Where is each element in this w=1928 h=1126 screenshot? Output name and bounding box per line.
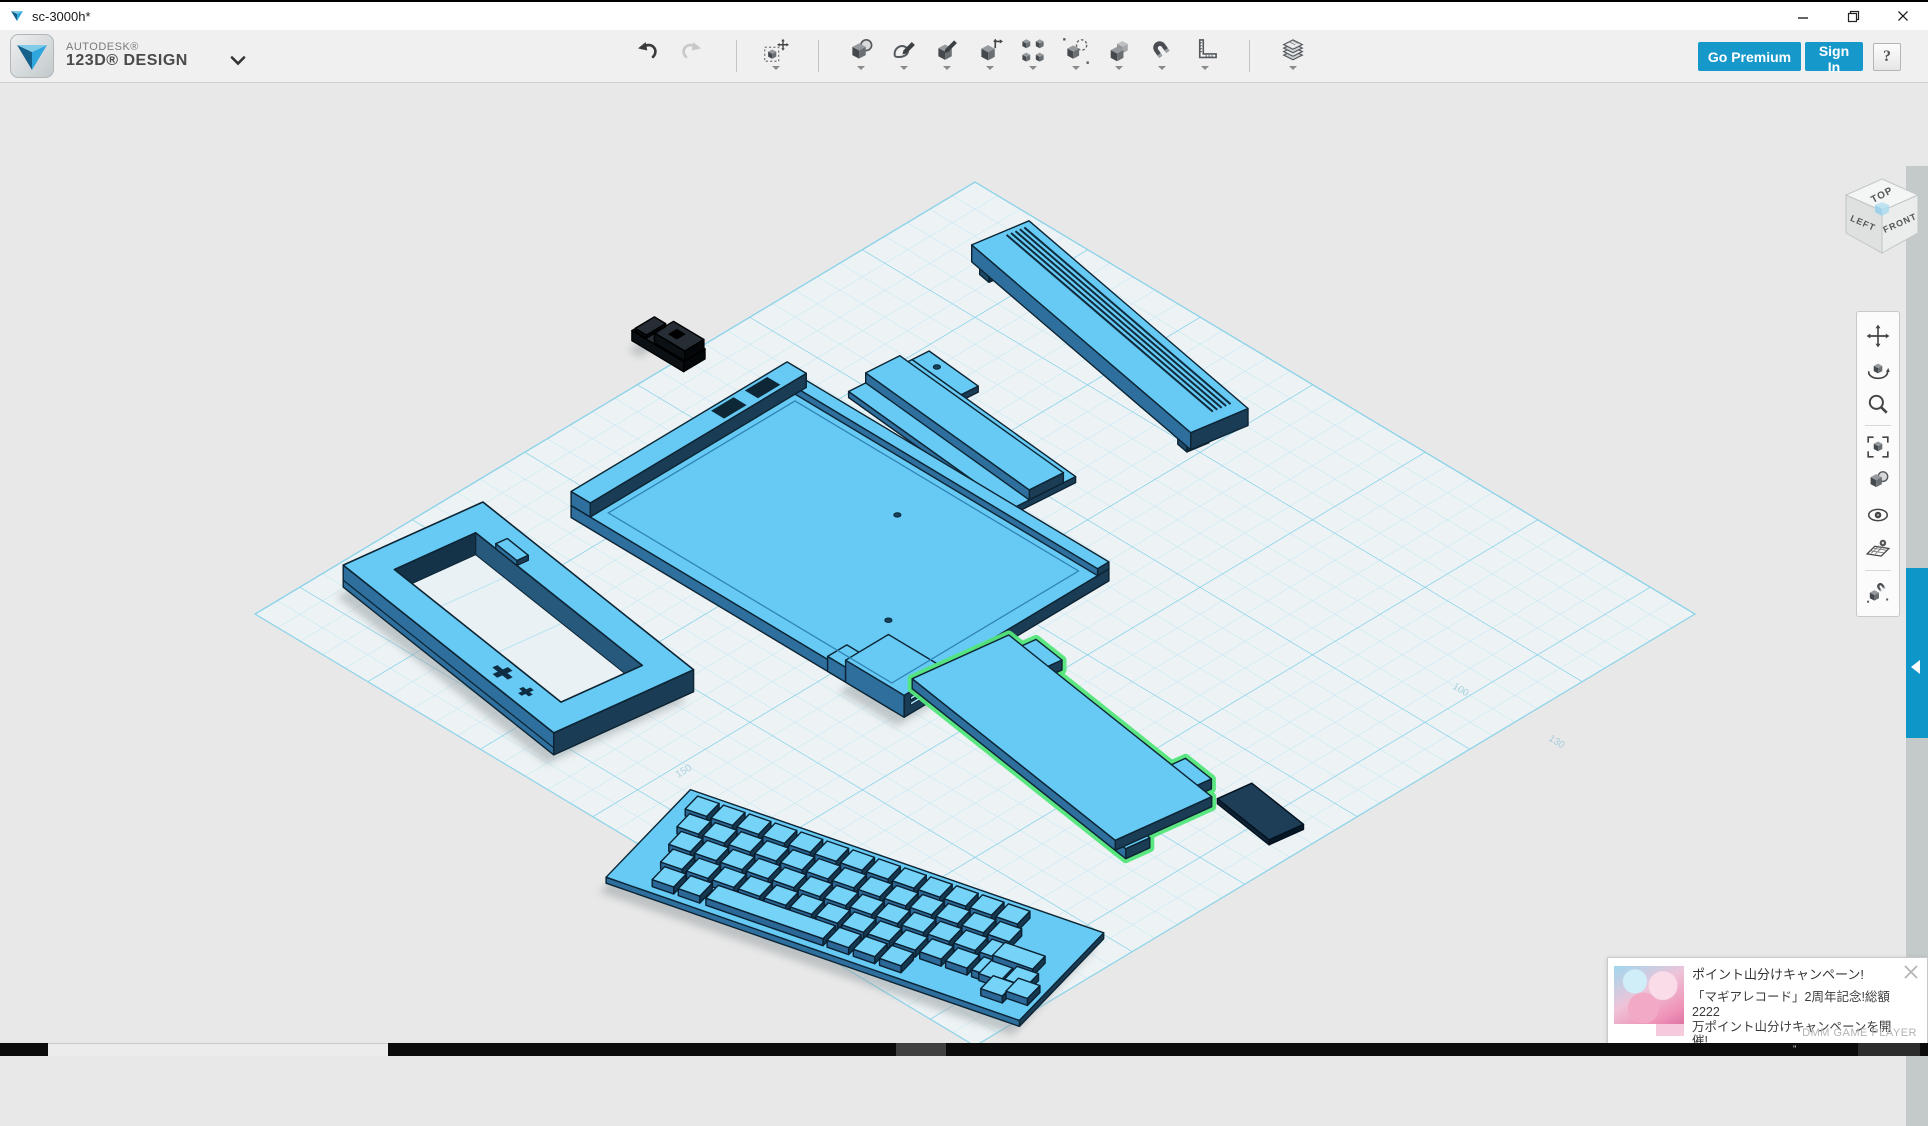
tool-modify[interactable]: [973, 37, 1007, 77]
ad-popup[interactable]: ポイント山分けキャンペーン! 「マギアレコード」2周年記念!総額2222 万ポイ…: [1607, 957, 1928, 1045]
app-menu-chevron-icon[interactable]: [230, 56, 246, 66]
svg-text:130: 130: [1546, 733, 1566, 751]
taskbar-segment: [896, 1043, 946, 1056]
dropdown-caret-icon: [900, 66, 908, 70]
fit-view-tool[interactable]: [1866, 435, 1890, 459]
restore-button[interactable]: [1828, 2, 1878, 30]
toolbar-separator: [1249, 40, 1250, 72]
go-premium-button[interactable]: Go Premium: [1698, 42, 1801, 71]
material-icon: [1866, 469, 1890, 493]
app-brand: AUTODESK® 123D® DESIGN: [10, 34, 246, 78]
collapsed-panel-tab[interactable]: [1906, 568, 1928, 738]
minimize-button[interactable]: [1778, 2, 1828, 30]
dropdown-caret-icon: [986, 66, 994, 70]
window-title: sc-3000h*: [32, 9, 91, 24]
grouping-icon: [1062, 37, 1090, 65]
sketch-icon: [890, 37, 918, 65]
redo-button[interactable]: [674, 37, 708, 77]
snap-magnet-icon: [1148, 37, 1176, 65]
zoom-icon: [1866, 392, 1890, 416]
tool-measure[interactable]: [1188, 37, 1222, 77]
measure-ruler-icon: [1191, 37, 1219, 65]
close-icon: [1897, 10, 1909, 22]
tool-grouping[interactable]: [1059, 37, 1093, 77]
transform-move-icon: [762, 37, 790, 65]
close-button[interactable]: [1878, 2, 1928, 30]
snap-settings-tool[interactable]: [1866, 580, 1890, 604]
pan-icon: [1866, 324, 1890, 348]
dropdown-caret-icon: [1029, 66, 1037, 70]
hide-show-tool[interactable]: [1866, 503, 1890, 527]
fit-view-icon: [1866, 435, 1890, 459]
nav-separator: [1865, 425, 1891, 426]
tool-transform-move[interactable]: [759, 37, 793, 77]
part-power-block[interactable]: [632, 317, 705, 372]
modify-icon: [976, 37, 1004, 65]
viewcube[interactable]: TOP LEFT FRONT: [1836, 171, 1928, 263]
redo-icon: [677, 37, 705, 65]
dropdown-caret-icon: [1072, 66, 1080, 70]
brand-product: 123D® DESIGN: [66, 53, 188, 70]
ad-close-button[interactable]: [1901, 962, 1921, 982]
orbit-tool[interactable]: [1866, 358, 1890, 382]
toolbar-separator: [818, 40, 819, 72]
zoom-tool[interactable]: [1866, 392, 1890, 416]
nav-separator: [1865, 570, 1891, 571]
navigation-toolbar: [1856, 311, 1900, 617]
taskbar-clock-fragment: '': [1793, 1046, 1796, 1053]
combine-icon: [1105, 37, 1133, 65]
undo-button[interactable]: [631, 37, 665, 77]
pan-tool[interactable]: [1866, 324, 1890, 348]
tool-primitives[interactable]: [844, 37, 878, 77]
pattern-icon: [1019, 37, 1047, 65]
main-toolbar: AUTODESK® 123D® DESIGN: [0, 30, 1928, 83]
dropdown-caret-icon: [1158, 66, 1166, 70]
tool-sketch[interactable]: [887, 37, 921, 77]
sign-in-button[interactable]: Sign In: [1805, 42, 1863, 71]
taskbar-tray-segment: [1858, 1043, 1920, 1056]
dropdown-caret-icon: [1115, 66, 1123, 70]
ad-source: DMM GAME PLAYER: [1802, 1027, 1917, 1039]
tool-pattern[interactable]: [1016, 37, 1050, 77]
export-layers-icon: [1279, 37, 1307, 65]
taskbar[interactable]: '': [0, 1043, 1928, 1056]
restore-icon: [1847, 10, 1860, 23]
ad-title: ポイント山分けキャンペーン!: [1692, 964, 1892, 983]
grid-eye-icon: [1866, 537, 1890, 561]
dropdown-caret-icon: [1289, 66, 1297, 70]
material-tool[interactable]: [1866, 469, 1890, 493]
tool-construct[interactable]: [930, 37, 964, 77]
minimize-icon: [1797, 10, 1809, 22]
dropdown-caret-icon: [943, 66, 951, 70]
help-button[interactable]: ?: [1873, 43, 1901, 71]
window-titlebar: sc-3000h*: [0, 0, 1928, 30]
ad-close-icon: [1901, 962, 1921, 982]
snap-settings-icon: [1866, 580, 1890, 604]
undo-icon: [634, 37, 662, 65]
app-logo-icon: [10, 34, 54, 78]
taskbar-window-segment[interactable]: [48, 1043, 388, 1056]
construct-icon: [933, 37, 961, 65]
orbit-icon: [1866, 358, 1890, 382]
modeling-canvas[interactable]: 1501055025100130 TOP LEFT FRONT: [0, 83, 1928, 1043]
dropdown-caret-icon: [1201, 66, 1209, 70]
dropdown-caret-icon: [772, 66, 780, 70]
ad-body-line1: 「マギアレコード」2周年記念!総額2222: [1692, 990, 1892, 1020]
primitives-icon: [847, 37, 875, 65]
dropdown-caret-icon: [857, 66, 865, 70]
tool-combine[interactable]: [1102, 37, 1136, 77]
tool-snap[interactable]: [1145, 37, 1179, 77]
canvas-viewport[interactable]: 1501055025100130: [0, 83, 1928, 1043]
grid-visibility-tool[interactable]: [1866, 537, 1890, 561]
ad-thumbnail[interactable]: [1614, 966, 1684, 1036]
toolbar-separator: [736, 40, 737, 72]
app-logo-small-icon: [10, 9, 24, 23]
eye-icon: [1866, 503, 1890, 527]
tool-export-layers[interactable]: [1276, 37, 1310, 77]
